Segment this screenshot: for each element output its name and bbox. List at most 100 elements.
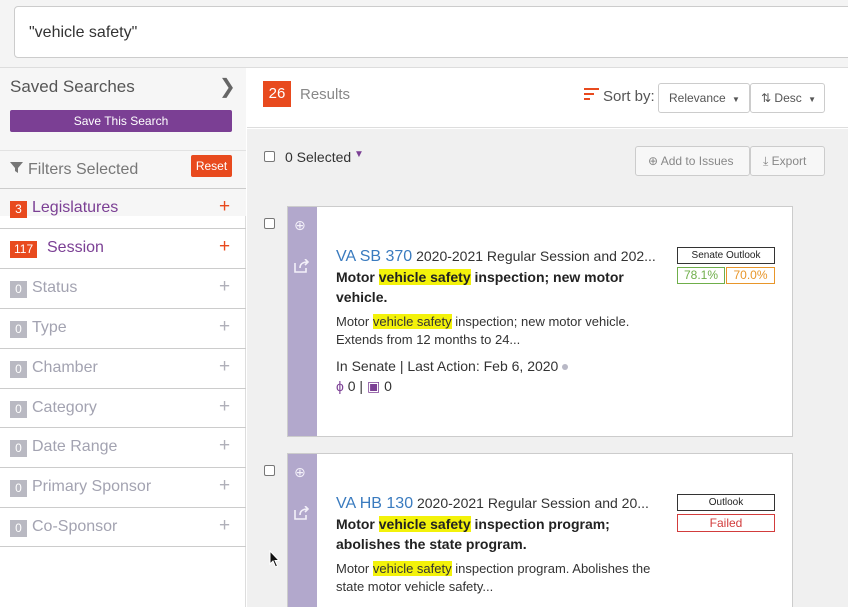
plus-icon[interactable]: +	[219, 435, 230, 457]
senate-outlook-label: Senate Outlook	[677, 247, 775, 264]
plus-icon[interactable]: +	[219, 316, 230, 338]
bill-card[interactable]: ⊕ VA SB 370 2020-2021 Regular Session an…	[287, 206, 793, 437]
sort-icon	[584, 87, 599, 103]
download-icon: ⤓	[763, 154, 769, 168]
share-icon[interactable]	[294, 505, 310, 523]
selected-count[interactable]: 0 Selected	[285, 149, 351, 165]
chevron-right-icon[interactable]: ❯	[219, 74, 236, 99]
plus-icon[interactable]: +	[219, 236, 230, 258]
filter-count-badge: 0	[10, 440, 27, 457]
bolt-icon: ϕ	[336, 378, 344, 394]
add-to-issues-button[interactable]: ⊕ Add to Issues	[635, 146, 750, 176]
bill-description: Motor vehicle safety inspection; new mot…	[336, 267, 646, 307]
note-icon: ▣	[366, 378, 381, 394]
bill-title: VA HB 130 2020-2021 Regular Session and …	[336, 495, 666, 513]
plus-circle-icon[interactable]: ⊕	[294, 217, 306, 234]
desc-text: Motor	[336, 516, 379, 532]
saved-searches-title[interactable]: Saved Searches	[10, 77, 135, 97]
filter-label: Legislatures	[32, 199, 119, 216]
filter-count-badge: 0	[10, 401, 27, 418]
select-all-checkbox[interactable]	[264, 151, 275, 162]
filter-icon	[10, 161, 23, 177]
outlook-percent-orange: 70.0%	[726, 267, 775, 284]
filter-chamber[interactable]: 0 Chamber +	[0, 348, 246, 388]
filter-label: Chamber	[32, 359, 98, 376]
sort-order-value: Desc	[774, 91, 802, 105]
plus-circle-icon: ⊕	[648, 154, 659, 168]
filter-date-range[interactable]: 0 Date Range +	[0, 427, 246, 467]
export-label: Export	[771, 154, 807, 168]
filters-selected-title: Filters Selected	[28, 161, 139, 178]
filter-count-badge: 0	[10, 361, 27, 378]
results-count-badge: 26	[263, 81, 291, 107]
sort-field-value: Relevance	[669, 91, 726, 105]
outlook-label: Outlook	[677, 494, 775, 511]
results-list: 0 Selected ▼ ⊕ Add to Issues ⤓ Export ⊕ …	[247, 129, 848, 607]
bill-id-link[interactable]: VA HB 130	[336, 495, 413, 512]
caret-down-icon: ▼	[732, 95, 740, 104]
desc-text: Motor	[336, 269, 379, 285]
search-highlight: vehicle safety	[378, 269, 471, 285]
filter-category[interactable]: 0 Category +	[0, 388, 246, 428]
caret-down-icon[interactable]: ▼	[354, 149, 364, 160]
share-icon[interactable]	[294, 258, 310, 276]
add-to-issues-label: Add to Issues	[660, 154, 734, 168]
mouse-cursor-icon	[269, 550, 281, 568]
search-highlight: vehicle safety	[372, 561, 452, 576]
notes-count: 0	[384, 378, 392, 394]
filter-count-badge: 3	[10, 201, 27, 218]
outlook-result-badge: Failed	[677, 514, 775, 532]
sort-order-dropdown[interactable]: ⇅ Desc ▼	[750, 83, 825, 113]
separator: |	[359, 378, 364, 394]
plus-icon[interactable]: +	[219, 396, 230, 418]
bill-checkbox[interactable]	[264, 218, 275, 229]
filter-label: Primary Sponsor	[32, 478, 152, 495]
summary-text: Motor	[336, 561, 373, 576]
bill-session: 2020-2021 Regular Session and 20...	[416, 495, 649, 511]
filter-status[interactable]: 0 Status +	[0, 268, 246, 308]
filter-legislatures[interactable]: 3 Legislatures +	[0, 188, 246, 228]
search-highlight: vehicle safety	[378, 516, 471, 532]
filter-label: Type	[32, 319, 67, 336]
export-button[interactable]: ⤓ Export	[750, 146, 825, 176]
filter-type[interactable]: 0 Type +	[0, 308, 246, 348]
filter-label: Date Range	[32, 438, 118, 455]
filter-label: Session	[47, 239, 104, 256]
plus-icon[interactable]: +	[219, 276, 230, 298]
card-action-rail: ⊕	[288, 207, 317, 436]
filter-count-badge: 117	[10, 241, 38, 258]
results-header: 26 Results Sort by: Relevance ▼ ⇅ Desc ▼	[247, 68, 848, 128]
filter-count-badge: 0	[10, 281, 27, 298]
plus-icon[interactable]: +	[219, 475, 230, 497]
top-search-bar: "vehicle safety"	[0, 0, 848, 68]
plus-icon[interactable]: +	[219, 356, 230, 378]
sort-field-dropdown[interactable]: Relevance ▼	[658, 83, 750, 113]
bill-id-link[interactable]: VA SB 370	[336, 248, 412, 265]
search-input[interactable]: "vehicle safety"	[14, 6, 848, 58]
actions-count: 0	[347, 378, 356, 394]
filter-primary-sponsor[interactable]: 0 Primary Sponsor +	[0, 467, 246, 507]
filter-co-sponsor[interactable]: 0 Co-Sponsor +	[0, 507, 246, 547]
bill-counts: ϕ 0 | ▣ 0	[336, 378, 392, 395]
bill-checkbox[interactable]	[264, 465, 275, 476]
bill-card[interactable]: ⊕ VA HB 130 2020-2021 Regular Session an…	[287, 453, 793, 607]
info-dot-icon[interactable]	[562, 364, 569, 371]
summary-text: Motor	[336, 314, 373, 329]
sort-by-label: Sort by:	[603, 88, 655, 105]
sort-order-icon: ⇅	[761, 91, 772, 105]
filter-label: Category	[32, 399, 97, 416]
caret-down-icon: ▼	[808, 95, 817, 104]
plus-icon[interactable]: +	[219, 515, 230, 537]
filter-count-badge: 0	[10, 321, 27, 338]
card-action-rail: ⊕	[288, 454, 317, 607]
filters-header: Filters Selected Reset	[0, 150, 246, 188]
filter-label: Co-Sponsor	[32, 518, 118, 535]
save-search-button[interactable]: Save This Search	[10, 110, 232, 132]
bill-summary: Motor vehicle safety inspection; new mot…	[336, 313, 656, 349]
filter-session[interactable]: 117 Session +	[0, 228, 246, 268]
reset-button[interactable]: Reset	[191, 155, 232, 177]
plus-icon[interactable]: +	[219, 196, 230, 218]
filter-label: Status	[32, 279, 78, 296]
plus-circle-icon[interactable]: ⊕	[294, 464, 306, 481]
bill-title: VA SB 370 2020-2021 Regular Session and …	[336, 248, 666, 266]
